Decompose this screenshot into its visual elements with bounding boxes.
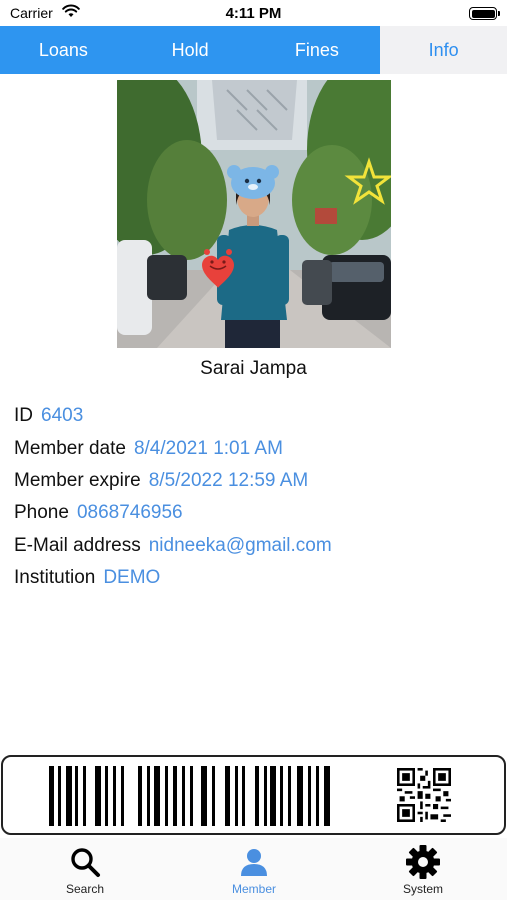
info-label: Institution <box>14 567 96 589</box>
gear-icon <box>405 844 441 880</box>
info-value: 8/5/2022 12:59 AM <box>148 469 309 491</box>
info-label: ID <box>14 405 33 427</box>
bottom-tab-label: Member <box>231 882 276 896</box>
member-name: Sarai Jampa <box>200 358 307 379</box>
info-value: 6403 <box>41 405 84 427</box>
tab-hold[interactable]: Hold <box>126 26 254 74</box>
bottom-tab-bar: Search Member System <box>0 838 507 900</box>
info-row-member-date: Member date 8/4/2021 1:01 AM <box>14 432 494 464</box>
bottom-tab-member[interactable]: Member <box>204 844 304 900</box>
bottom-tab-search[interactable]: Search <box>35 844 135 900</box>
member-photo <box>117 80 391 348</box>
barcode <box>49 766 330 826</box>
status-bar: Carrier 4:11 PM <box>0 0 507 26</box>
info-value: DEMO <box>103 567 161 589</box>
bottom-tab-system[interactable]: System <box>373 844 473 900</box>
battery-icon <box>469 7 500 20</box>
info-label: E-Mail address <box>14 534 141 556</box>
tab-info[interactable]: Info <box>380 26 507 74</box>
tab-fines[interactable]: Fines <box>253 26 381 74</box>
search-icon <box>67 844 103 880</box>
phone-link[interactable]: 0868746956 <box>77 502 183 524</box>
bottom-tab-label: System <box>402 882 443 896</box>
tab-loans[interactable]: Loans <box>0 26 127 74</box>
info-row-member-expire: Member expire 8/5/2022 12:59 AM <box>14 465 494 497</box>
info-row-email: E-Mail address nidneeka@gmail.com <box>14 530 494 562</box>
status-time: 4:11 PM <box>225 5 282 22</box>
info-value: 8/4/2021 1:01 AM <box>133 437 283 459</box>
info-row-id: ID 6403 <box>14 400 494 432</box>
qr-code <box>397 768 451 822</box>
email-link[interactable]: nidneeka@gmail.com <box>149 535 332 557</box>
info-label: Phone <box>14 502 69 524</box>
segment-tabs: Loans Hold Fines Info <box>0 26 507 74</box>
info-label: Member date <box>14 437 126 459</box>
info-label: Member expire <box>14 469 141 491</box>
member-card[interactable] <box>1 755 506 835</box>
bottom-tab-label: Search <box>65 882 105 896</box>
person-icon <box>236 844 272 880</box>
info-row-institution: Institution DEMO <box>14 562 494 594</box>
info-row-phone: Phone 0868746956 <box>14 497 494 529</box>
member-info-list: ID 6403 Member date 8/4/2021 1:01 AM Mem… <box>14 400 494 594</box>
